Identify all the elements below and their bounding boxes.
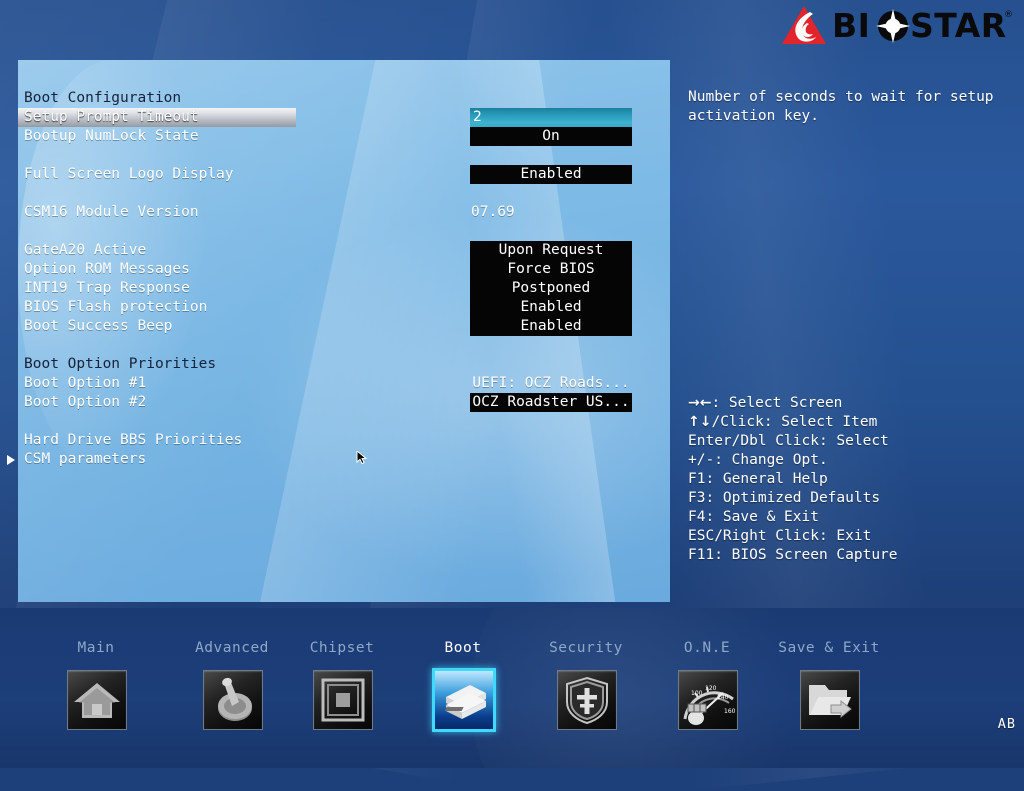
setting-value: 07.69 xyxy=(471,204,515,220)
setting-value[interactable]: Enabled xyxy=(470,317,632,336)
setting-value[interactable]: Postponed xyxy=(470,279,632,298)
setting-value[interactable]: Upon Request xyxy=(470,241,632,260)
nav-legend-line: +/-: Change Opt. xyxy=(688,452,828,468)
svg-text:100: 100 xyxy=(691,690,703,697)
setting-label: CSM16 Module Version xyxy=(24,204,199,220)
tab-one[interactable]: O.N.E 100 120 140 160 xyxy=(637,608,777,758)
submenu-arrow-icon xyxy=(7,455,15,465)
setting-label: Boot Success Beep xyxy=(24,318,173,334)
tab-security[interactable]: Security xyxy=(516,608,656,758)
settings-row-bootup-numlock-state[interactable]: Bootup NumLock State On xyxy=(18,127,670,146)
settings-row-option-rom-messages[interactable]: Option ROM Messages Force BIOS xyxy=(18,260,670,279)
setting-label: GateA20 Active xyxy=(24,242,147,258)
nav-legend-line: ↑↓/Click: Select Item xyxy=(688,413,1018,432)
setting-value[interactable]: UEFI: OCZ Roads... xyxy=(470,374,632,393)
setting-label: INT19 Trap Response xyxy=(24,280,190,296)
header-banner: BI STAR ® xyxy=(0,0,1024,60)
setting-label: CSM parameters xyxy=(24,451,147,467)
setting-label: Bootup NumLock State xyxy=(24,128,199,144)
shield-icon[interactable] xyxy=(557,670,617,730)
setting-label: Boot Option #2 xyxy=(24,394,147,410)
svg-text:BI: BI xyxy=(832,6,870,45)
settings-row-csm16-module-version: CSM16 Module Version 07.69 xyxy=(18,203,670,222)
settings-panel: Boot Configuration Setup Prompt Timeout … xyxy=(18,60,670,602)
biostar-logo-icon: BI STAR ® xyxy=(780,3,1012,47)
settings-row-setup-prompt-timeout[interactable]: Setup Prompt Timeout 2 xyxy=(18,108,670,127)
tab-bar: Main Advanced Chipset Boot Security O.N.… xyxy=(0,608,1024,768)
svg-text:®: ® xyxy=(1004,10,1012,20)
nav-legend-line: F3: Optimized Defaults xyxy=(688,490,881,506)
setting-label: Setup Prompt Timeout xyxy=(24,109,199,125)
svg-text:STAR: STAR xyxy=(910,6,1007,45)
setting-label: Boot Option #1 xyxy=(24,375,147,391)
settings-row-hard-drive-bbs-priorities[interactable]: Hard Drive BBS Priorities xyxy=(18,431,670,450)
navigation-legend: →←: Select Screen ↑↓/Click: Select Item … xyxy=(688,394,1018,565)
setting-label: Boot Configuration xyxy=(24,90,182,106)
watermark-label: AB xyxy=(997,716,1016,732)
settings-row-csm-parameters[interactable]: CSM parameters xyxy=(18,450,670,469)
help-description: Number of seconds to wait for setup acti… xyxy=(688,88,1018,126)
arrow-lr-icon: →← xyxy=(688,395,712,411)
tab-boot[interactable]: Boot xyxy=(393,608,533,758)
tab-save-exit[interactable]: Save & Exit xyxy=(759,608,899,758)
tab-label: Chipset xyxy=(309,640,375,656)
nav-legend-line: →←: Select Screen xyxy=(688,394,1018,413)
setting-label: BIOS Flash protection xyxy=(24,299,208,315)
settings-row-int19-trap-response[interactable]: INT19 Trap Response Postponed xyxy=(18,279,670,298)
settings-row-full-screen-logo-display[interactable]: Full Screen Logo Display Enabled xyxy=(18,165,670,184)
tab-label: Main xyxy=(77,640,115,656)
setting-value[interactable]: OCZ Roadster US... xyxy=(470,393,632,412)
nav-legend-line: F4: Save & Exit xyxy=(688,509,819,525)
settings-row-bios-flash-protection[interactable]: BIOS Flash protection Enabled xyxy=(18,298,670,317)
help-line: activation key. xyxy=(688,108,819,124)
tab-chipset[interactable]: Chipset xyxy=(272,608,412,758)
nav-legend-line: F1: General Help xyxy=(688,471,828,487)
setting-label: Full Screen Logo Display xyxy=(24,166,234,182)
settings-row: Boot Option Priorities xyxy=(18,355,670,374)
switch-icon[interactable] xyxy=(203,670,263,730)
settings-row-boot-option-2[interactable]: Boot Option #2 OCZ Roadster US... xyxy=(18,393,670,412)
setting-label: Boot Option Priorities xyxy=(24,356,217,372)
nav-legend-line: ESC/Right Click: Exit xyxy=(688,528,872,544)
mouse-cursor xyxy=(356,449,368,465)
setting-label: Hard Drive BBS Priorities xyxy=(24,432,243,448)
setting-value[interactable]: On xyxy=(470,127,632,146)
setting-value[interactable]: Force BIOS xyxy=(470,260,632,279)
arrow-ud-icon: ↑↓ xyxy=(688,414,712,430)
svg-text:120: 120 xyxy=(705,685,717,692)
tab-label: O.N.E xyxy=(683,640,731,656)
svg-text:160: 160 xyxy=(724,708,736,715)
folder-exit-icon[interactable] xyxy=(800,670,860,730)
home-icon[interactable] xyxy=(67,670,127,730)
setting-value[interactable]: Enabled xyxy=(470,298,632,317)
harddrive-icon[interactable] xyxy=(432,668,496,732)
gauge-icon[interactable]: 100 120 140 160 xyxy=(678,670,738,730)
setting-value-input[interactable]: 2 xyxy=(470,108,632,127)
tab-main[interactable]: Main xyxy=(26,608,166,758)
tab-label: Boot xyxy=(444,640,482,656)
help-line: Number of seconds to wait for setup xyxy=(688,89,994,105)
settings-row-boot-success-beep[interactable]: Boot Success Beep Enabled xyxy=(18,317,670,336)
nav-legend-text: : Select Screen xyxy=(711,395,843,411)
nav-legend-text: /Click: Select Item xyxy=(711,414,878,430)
nav-legend-line: Enter/Dbl Click: Select xyxy=(688,433,889,449)
chip-icon[interactable] xyxy=(313,670,373,730)
setting-label: Option ROM Messages xyxy=(24,261,190,277)
tab-label: Security xyxy=(549,640,623,656)
setting-value[interactable]: Enabled xyxy=(470,165,632,184)
tab-label: Save & Exit xyxy=(778,640,880,656)
settings-row-gatea20-active[interactable]: GateA20 Active Upon Request xyxy=(18,241,670,260)
settings-row: Boot Configuration xyxy=(18,89,670,108)
settings-row-boot-option-1[interactable]: Boot Option #1 UEFI: OCZ Roads... xyxy=(18,374,670,393)
nav-legend-line: F11: BIOS Screen Capture xyxy=(688,547,898,563)
